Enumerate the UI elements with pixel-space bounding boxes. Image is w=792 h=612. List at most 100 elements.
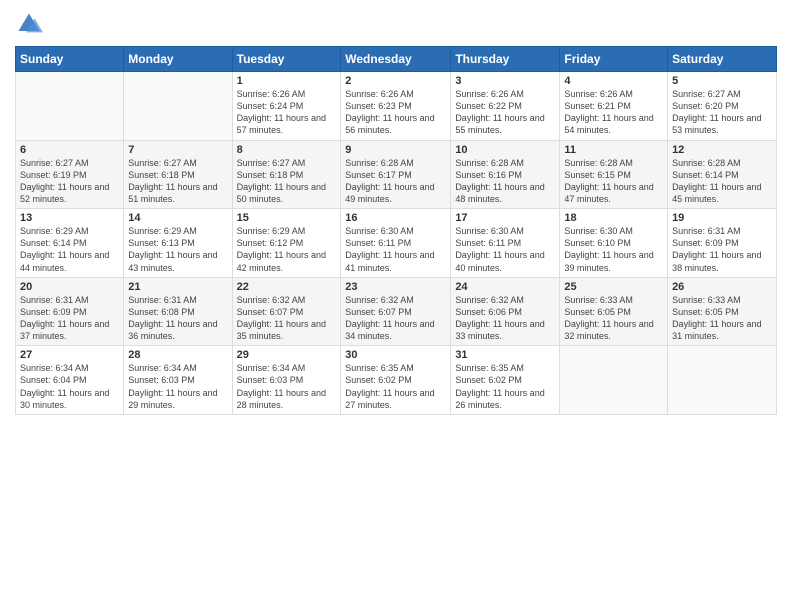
logo-icon (15, 10, 43, 38)
calendar-cell: 31Sunrise: 6:35 AMSunset: 6:02 PMDayligh… (451, 346, 560, 415)
calendar-cell: 2Sunrise: 6:26 AMSunset: 6:23 PMDaylight… (341, 72, 451, 141)
week-row-1: 1Sunrise: 6:26 AMSunset: 6:24 PMDaylight… (16, 72, 777, 141)
week-row-3: 13Sunrise: 6:29 AMSunset: 6:14 PMDayligh… (16, 209, 777, 278)
calendar-cell: 16Sunrise: 6:30 AMSunset: 6:11 PMDayligh… (341, 209, 451, 278)
calendar-cell: 26Sunrise: 6:33 AMSunset: 6:05 PMDayligh… (668, 277, 777, 346)
weekday-sunday: Sunday (16, 47, 124, 72)
calendar-cell: 12Sunrise: 6:28 AMSunset: 6:14 PMDayligh… (668, 140, 777, 209)
calendar-cell: 22Sunrise: 6:32 AMSunset: 6:07 PMDayligh… (232, 277, 341, 346)
day-number: 20 (20, 281, 119, 293)
day-info: Sunrise: 6:33 AMSunset: 6:05 PMDaylight:… (672, 294, 772, 343)
day-number: 24 (455, 281, 555, 293)
day-info: Sunrise: 6:26 AMSunset: 6:24 PMDaylight:… (237, 88, 337, 137)
day-number: 28 (128, 349, 227, 361)
day-number: 23 (345, 281, 446, 293)
day-info: Sunrise: 6:30 AMSunset: 6:11 PMDaylight:… (455, 225, 555, 274)
day-info: Sunrise: 6:35 AMSunset: 6:02 PMDaylight:… (455, 362, 555, 411)
day-number: 6 (20, 144, 119, 156)
calendar: SundayMondayTuesdayWednesdayThursdayFrid… (15, 46, 777, 415)
weekday-tuesday: Tuesday (232, 47, 341, 72)
day-info: Sunrise: 6:28 AMSunset: 6:16 PMDaylight:… (455, 157, 555, 206)
calendar-cell: 19Sunrise: 6:31 AMSunset: 6:09 PMDayligh… (668, 209, 777, 278)
calendar-cell: 21Sunrise: 6:31 AMSunset: 6:08 PMDayligh… (124, 277, 232, 346)
calendar-cell: 30Sunrise: 6:35 AMSunset: 6:02 PMDayligh… (341, 346, 451, 415)
calendar-cell: 20Sunrise: 6:31 AMSunset: 6:09 PMDayligh… (16, 277, 124, 346)
calendar-cell (668, 346, 777, 415)
day-number: 7 (128, 144, 227, 156)
day-info: Sunrise: 6:30 AMSunset: 6:11 PMDaylight:… (345, 225, 446, 274)
day-number: 16 (345, 212, 446, 224)
calendar-cell: 3Sunrise: 6:26 AMSunset: 6:22 PMDaylight… (451, 72, 560, 141)
day-number: 27 (20, 349, 119, 361)
day-number: 30 (345, 349, 446, 361)
weekday-friday: Friday (560, 47, 668, 72)
day-number: 10 (455, 144, 555, 156)
calendar-cell: 10Sunrise: 6:28 AMSunset: 6:16 PMDayligh… (451, 140, 560, 209)
day-number: 12 (672, 144, 772, 156)
day-info: Sunrise: 6:27 AMSunset: 6:19 PMDaylight:… (20, 157, 119, 206)
calendar-cell: 28Sunrise: 6:34 AMSunset: 6:03 PMDayligh… (124, 346, 232, 415)
calendar-cell: 27Sunrise: 6:34 AMSunset: 6:04 PMDayligh… (16, 346, 124, 415)
calendar-cell (124, 72, 232, 141)
calendar-cell: 15Sunrise: 6:29 AMSunset: 6:12 PMDayligh… (232, 209, 341, 278)
day-info: Sunrise: 6:35 AMSunset: 6:02 PMDaylight:… (345, 362, 446, 411)
calendar-cell: 13Sunrise: 6:29 AMSunset: 6:14 PMDayligh… (16, 209, 124, 278)
day-info: Sunrise: 6:34 AMSunset: 6:04 PMDaylight:… (20, 362, 119, 411)
day-info: Sunrise: 6:29 AMSunset: 6:14 PMDaylight:… (20, 225, 119, 274)
day-number: 1 (237, 75, 337, 87)
day-number: 19 (672, 212, 772, 224)
calendar-cell: 5Sunrise: 6:27 AMSunset: 6:20 PMDaylight… (668, 72, 777, 141)
day-info: Sunrise: 6:26 AMSunset: 6:21 PMDaylight:… (564, 88, 663, 137)
calendar-cell (560, 346, 668, 415)
day-info: Sunrise: 6:28 AMSunset: 6:15 PMDaylight:… (564, 157, 663, 206)
day-number: 4 (564, 75, 663, 87)
calendar-cell: 7Sunrise: 6:27 AMSunset: 6:18 PMDaylight… (124, 140, 232, 209)
day-number: 17 (455, 212, 555, 224)
day-info: Sunrise: 6:27 AMSunset: 6:20 PMDaylight:… (672, 88, 772, 137)
day-info: Sunrise: 6:31 AMSunset: 6:09 PMDaylight:… (20, 294, 119, 343)
header (15, 10, 777, 38)
day-number: 21 (128, 281, 227, 293)
calendar-cell: 4Sunrise: 6:26 AMSunset: 6:21 PMDaylight… (560, 72, 668, 141)
calendar-cell: 11Sunrise: 6:28 AMSunset: 6:15 PMDayligh… (560, 140, 668, 209)
weekday-thursday: Thursday (451, 47, 560, 72)
day-info: Sunrise: 6:28 AMSunset: 6:14 PMDaylight:… (672, 157, 772, 206)
weekday-header-row: SundayMondayTuesdayWednesdayThursdayFrid… (16, 47, 777, 72)
day-number: 14 (128, 212, 227, 224)
day-number: 2 (345, 75, 446, 87)
day-number: 31 (455, 349, 555, 361)
calendar-cell: 8Sunrise: 6:27 AMSunset: 6:18 PMDaylight… (232, 140, 341, 209)
day-number: 8 (237, 144, 337, 156)
day-number: 18 (564, 212, 663, 224)
day-number: 13 (20, 212, 119, 224)
day-info: Sunrise: 6:29 AMSunset: 6:13 PMDaylight:… (128, 225, 227, 274)
day-info: Sunrise: 6:32 AMSunset: 6:07 PMDaylight:… (237, 294, 337, 343)
day-info: Sunrise: 6:28 AMSunset: 6:17 PMDaylight:… (345, 157, 446, 206)
day-info: Sunrise: 6:33 AMSunset: 6:05 PMDaylight:… (564, 294, 663, 343)
weekday-monday: Monday (124, 47, 232, 72)
week-row-2: 6Sunrise: 6:27 AMSunset: 6:19 PMDaylight… (16, 140, 777, 209)
day-number: 9 (345, 144, 446, 156)
logo (15, 10, 46, 38)
day-info: Sunrise: 6:32 AMSunset: 6:06 PMDaylight:… (455, 294, 555, 343)
day-info: Sunrise: 6:29 AMSunset: 6:12 PMDaylight:… (237, 225, 337, 274)
day-number: 11 (564, 144, 663, 156)
calendar-cell: 9Sunrise: 6:28 AMSunset: 6:17 PMDaylight… (341, 140, 451, 209)
day-number: 26 (672, 281, 772, 293)
day-number: 3 (455, 75, 555, 87)
week-row-5: 27Sunrise: 6:34 AMSunset: 6:04 PMDayligh… (16, 346, 777, 415)
day-info: Sunrise: 6:31 AMSunset: 6:09 PMDaylight:… (672, 225, 772, 274)
day-info: Sunrise: 6:34 AMSunset: 6:03 PMDaylight:… (237, 362, 337, 411)
calendar-cell: 1Sunrise: 6:26 AMSunset: 6:24 PMDaylight… (232, 72, 341, 141)
page: SundayMondayTuesdayWednesdayThursdayFrid… (0, 0, 792, 612)
day-number: 29 (237, 349, 337, 361)
calendar-cell (16, 72, 124, 141)
calendar-cell: 29Sunrise: 6:34 AMSunset: 6:03 PMDayligh… (232, 346, 341, 415)
calendar-cell: 14Sunrise: 6:29 AMSunset: 6:13 PMDayligh… (124, 209, 232, 278)
week-row-4: 20Sunrise: 6:31 AMSunset: 6:09 PMDayligh… (16, 277, 777, 346)
calendar-cell: 18Sunrise: 6:30 AMSunset: 6:10 PMDayligh… (560, 209, 668, 278)
calendar-cell: 23Sunrise: 6:32 AMSunset: 6:07 PMDayligh… (341, 277, 451, 346)
day-info: Sunrise: 6:26 AMSunset: 6:23 PMDaylight:… (345, 88, 446, 137)
weekday-saturday: Saturday (668, 47, 777, 72)
day-info: Sunrise: 6:30 AMSunset: 6:10 PMDaylight:… (564, 225, 663, 274)
